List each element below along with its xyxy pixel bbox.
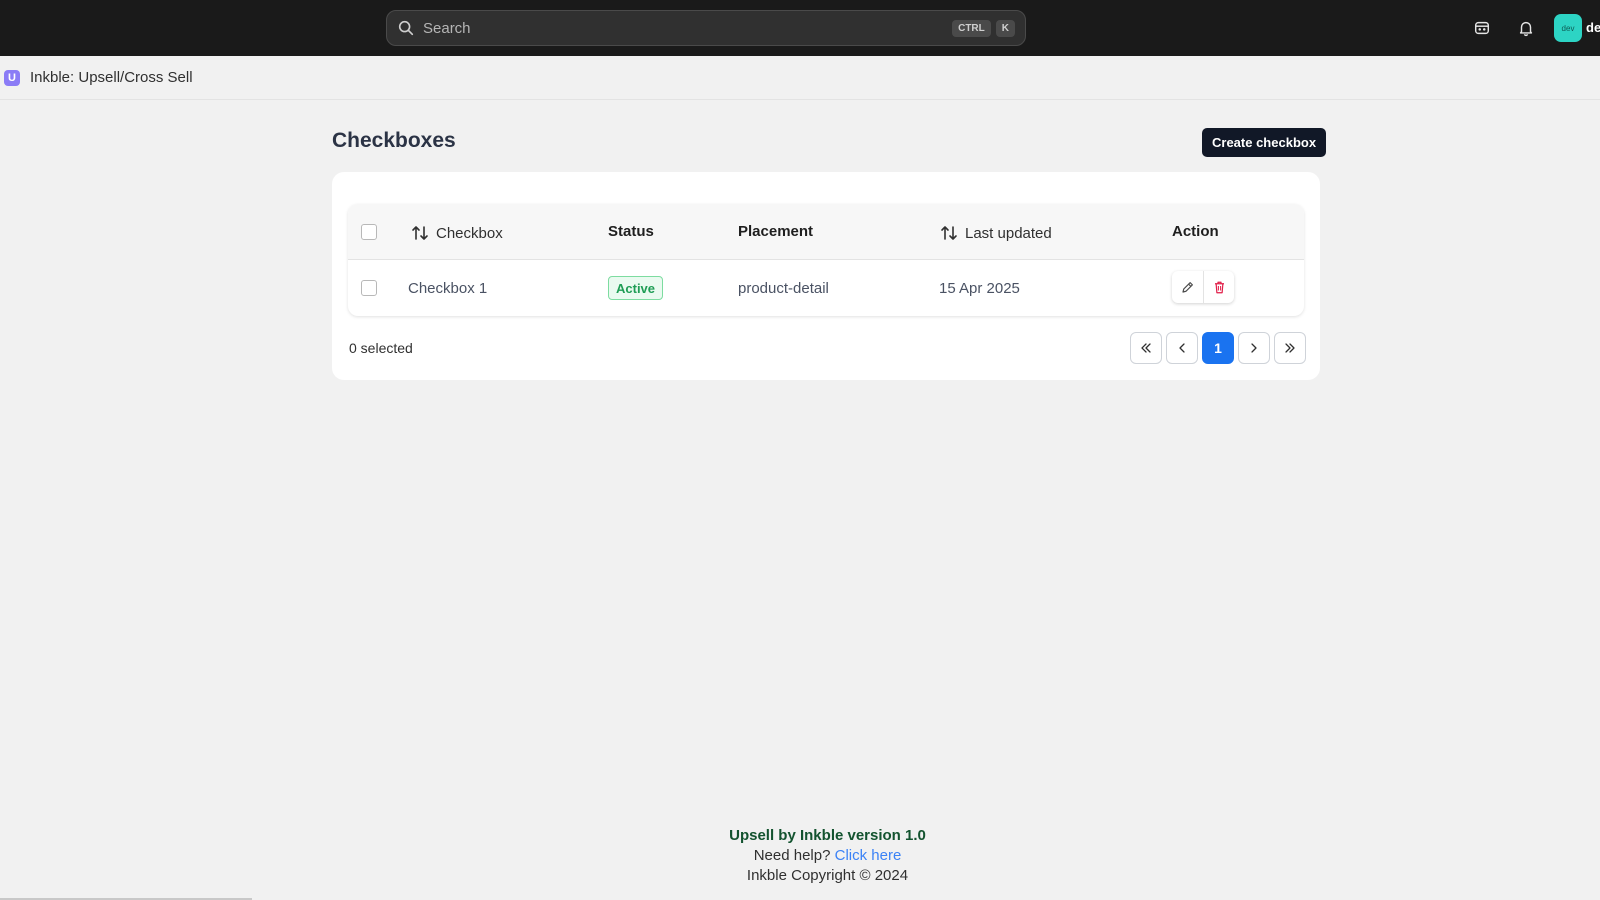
pencil-icon bbox=[1182, 281, 1193, 293]
chevron-left-icon bbox=[1179, 343, 1185, 353]
row-actions bbox=[1172, 271, 1234, 303]
footer-brand: Upsell by Inkble version 1.0 bbox=[729, 827, 926, 844]
footer-help-text: Need help? bbox=[753, 847, 831, 864]
footer-copyright: Inkble Copyright © 2024 bbox=[746, 867, 909, 884]
column-placement: Placement bbox=[738, 223, 814, 240]
help-link[interactable]: Click here bbox=[835, 847, 902, 864]
table-header: Checkbox Status Placement Last updated A… bbox=[348, 204, 1304, 260]
first-page-button[interactable] bbox=[1130, 332, 1162, 364]
status-badge: Active bbox=[608, 276, 664, 300]
table-row[interactable]: Checkbox 1 Active product-detail 15 Apr … bbox=[348, 260, 1304, 316]
double-chevron-left-icon bbox=[1141, 343, 1151, 353]
sort-icon bbox=[410, 223, 430, 243]
footer: Upsell by Inkble version 1.0 Need help? … bbox=[0, 826, 1600, 886]
username[interactable]: de bbox=[1586, 20, 1600, 35]
row-placement: product-detail bbox=[738, 280, 829, 297]
double-chevron-right-icon bbox=[1285, 343, 1295, 353]
page-title: Checkboxes bbox=[332, 129, 456, 152]
app-title: Inkble: Upsell/Cross Sell bbox=[30, 69, 193, 86]
next-page-button[interactable] bbox=[1238, 332, 1270, 364]
previous-page-button[interactable] bbox=[1166, 332, 1198, 364]
shortcut-key-k: K bbox=[995, 19, 1015, 37]
column-action: Action bbox=[1172, 223, 1219, 240]
checkboxes-card: Checkbox Status Placement Last updated A… bbox=[332, 172, 1320, 380]
footer-help: Need help? Click here bbox=[0, 846, 1600, 866]
shortcut-key-ctrl: CTRL bbox=[952, 19, 991, 37]
checkboxes-table: Checkbox Status Placement Last updated A… bbox=[348, 204, 1304, 316]
search-bar[interactable]: Search CTRL K bbox=[386, 10, 1026, 46]
row-checkbox[interactable] bbox=[361, 280, 377, 296]
sort-icon bbox=[939, 223, 959, 243]
create-checkbox-button[interactable]: Create checkbox bbox=[1202, 128, 1327, 157]
avatar[interactable]: dev bbox=[1554, 14, 1582, 42]
app-bar: U Inkble: Upsell/Cross Sell bbox=[0, 56, 1600, 100]
edit-button[interactable] bbox=[1172, 271, 1203, 303]
column-last-updated-label: Last updated bbox=[965, 224, 1052, 242]
search-icon bbox=[397, 19, 415, 37]
store-icon[interactable] bbox=[1472, 18, 1492, 38]
top-bar: Search CTRL K dev de bbox=[0, 0, 1600, 56]
column-status: Status bbox=[608, 223, 654, 240]
bell-icon[interactable] bbox=[1516, 18, 1536, 38]
delete-button[interactable] bbox=[1203, 271, 1234, 303]
search-placeholder: Search bbox=[423, 19, 471, 37]
last-page-button[interactable] bbox=[1274, 332, 1306, 364]
column-checkbox[interactable]: Checkbox bbox=[410, 223, 503, 243]
trash-icon bbox=[1214, 281, 1224, 293]
row-last-updated: 15 Apr 2025 bbox=[939, 280, 1020, 297]
row-checkbox-name[interactable]: Checkbox 1 bbox=[408, 280, 487, 297]
select-all-checkbox[interactable] bbox=[361, 224, 377, 240]
chevron-right-icon bbox=[1251, 343, 1257, 353]
column-checkbox-label: Checkbox bbox=[436, 224, 503, 242]
page-1-button[interactable]: 1 bbox=[1202, 332, 1234, 364]
selection-count: 0 selected bbox=[349, 340, 413, 356]
column-last-updated[interactable]: Last updated bbox=[939, 223, 1052, 243]
app-logo: U bbox=[4, 69, 20, 86]
